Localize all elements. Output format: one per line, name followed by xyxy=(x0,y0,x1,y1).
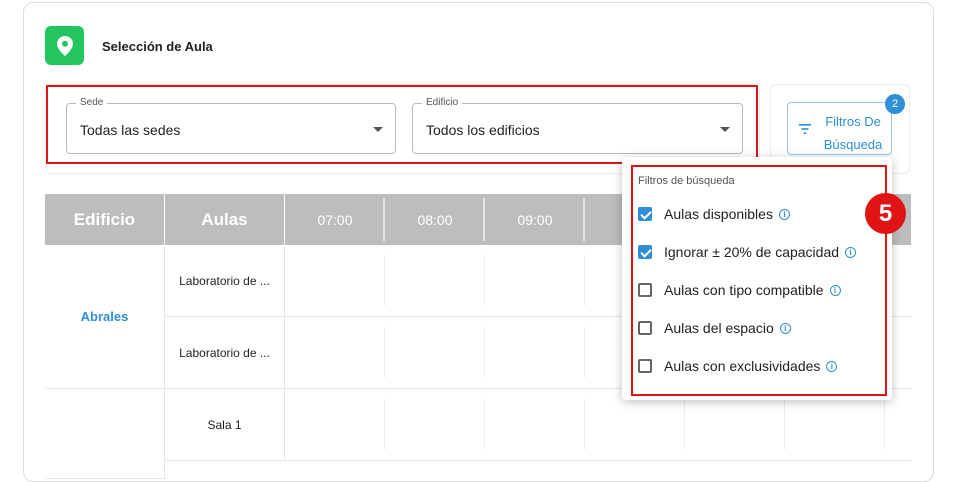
option-label: Aulas disponibles xyxy=(664,206,773,222)
checkbox[interactable] xyxy=(638,207,652,221)
filter-option-compatible-type[interactable]: Aulas con tipo compatible i xyxy=(638,280,841,300)
info-icon[interactable]: i xyxy=(829,284,841,296)
filter-count-badge: 2 xyxy=(885,94,905,114)
time-label: 08:00 xyxy=(417,211,453,228)
building-cell: Abrales xyxy=(45,245,165,389)
option-label: Aulas con exclusividades xyxy=(664,358,821,374)
option-label: Ignorar ± 20% de capacidad xyxy=(664,244,840,260)
info-icon[interactable]: i xyxy=(779,322,791,334)
filter-icon xyxy=(799,124,811,134)
info-icon[interactable]: i xyxy=(826,360,838,372)
filter-option-ignore-capacity[interactable]: Ignorar ± 20% de capacidad i xyxy=(638,242,857,262)
page-title: Selección de Aula xyxy=(102,39,213,54)
filter-button-label: Filtros De Búsqueda xyxy=(819,110,887,156)
filter-option-exclusivity[interactable]: Aulas con exclusividades i xyxy=(638,356,838,376)
option-label: Aulas del espacio xyxy=(664,320,774,336)
column-header-aulas: Aulas xyxy=(165,194,284,245)
option-label: Aulas con tipo compatible xyxy=(664,282,824,298)
step-number-badge: 5 xyxy=(865,193,906,234)
time-label: 07:00 xyxy=(317,211,353,228)
room-cell[interactable]: Sala 1 xyxy=(165,389,285,461)
map-pin-icon xyxy=(45,26,84,65)
checkbox[interactable] xyxy=(638,359,652,373)
building-name[interactable]: Abrales xyxy=(81,309,129,324)
filter-button-label-line1: Filtros De xyxy=(825,114,881,129)
info-icon[interactable]: i xyxy=(778,208,790,220)
room-cell[interactable]: Laboratorio de ... xyxy=(165,317,285,389)
checkbox[interactable] xyxy=(638,245,652,259)
checkbox[interactable] xyxy=(638,321,652,335)
column-header-edificio: Edificio xyxy=(45,194,164,245)
checkbox[interactable] xyxy=(638,283,652,297)
info-icon[interactable]: i xyxy=(845,246,857,258)
highlight-box-filters xyxy=(46,85,758,164)
filter-button-label-line2: Búsqueda xyxy=(823,137,883,152)
room-cell[interactable]: Laboratorio de ... xyxy=(165,245,285,317)
filter-option-available[interactable]: Aulas disponibles i xyxy=(638,204,790,224)
search-filters-button[interactable]: Filtros De Búsqueda xyxy=(787,102,892,155)
time-label: 09:00 xyxy=(517,211,553,228)
building-cell xyxy=(45,389,165,479)
filter-option-space-rooms[interactable]: Aulas del espacio i xyxy=(638,318,791,338)
